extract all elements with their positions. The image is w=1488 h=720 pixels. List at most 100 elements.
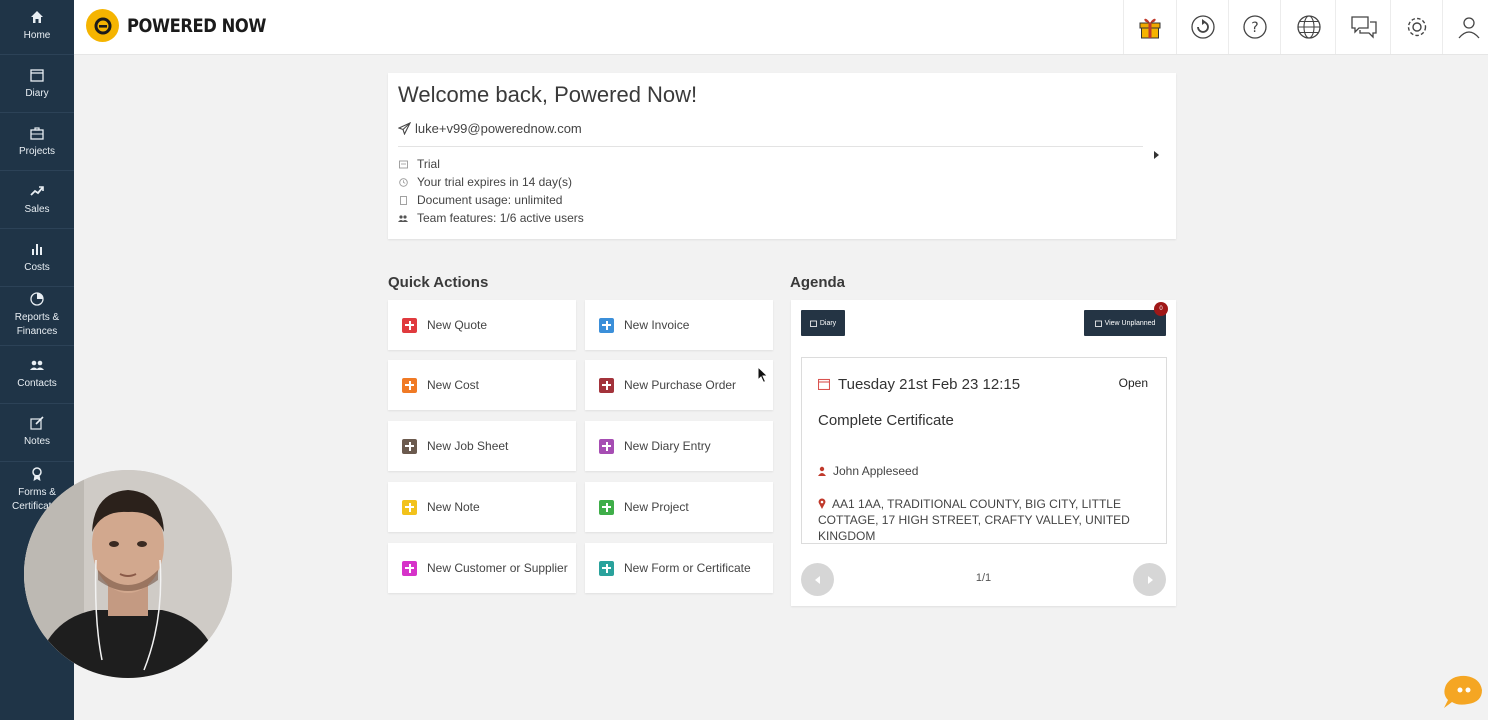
sidebar-item-projects[interactable]: Projects (0, 125, 74, 159)
settings-icon (1407, 17, 1427, 37)
plus-icon (599, 377, 614, 393)
view-unplanned-button[interactable]: View Unplanned (1084, 310, 1166, 336)
quick-action-label: New Invoice (624, 318, 690, 332)
calendar-icon (818, 378, 830, 390)
plan-text: Trial (417, 157, 440, 171)
plus-icon (402, 438, 417, 454)
quick-action-label: New Cost (427, 378, 480, 392)
event-date: Tuesday 21st Feb 23 12:15 (838, 376, 1021, 393)
new-diary-entry-button[interactable]: New Diary Entry (585, 421, 773, 471)
edit-icon (30, 416, 44, 430)
diary-button[interactable]: Diary (801, 310, 845, 336)
divider (398, 146, 1143, 147)
help-button[interactable]: ? (1228, 0, 1281, 54)
brand-logo[interactable]: POWERED NOW (86, 9, 289, 42)
plus-icon (599, 499, 614, 515)
new-quote-button[interactable]: New Quote (388, 300, 576, 350)
quick-action-label: New Project (624, 500, 689, 514)
new-form-or-certificate-button[interactable]: New Form or Certificate (585, 543, 773, 593)
trend-up-icon (30, 186, 44, 196)
sidebar-item-reports-finances[interactable]: Reports & Finances (0, 291, 74, 339)
messages-button[interactable] (1335, 0, 1391, 54)
sidebar-item-diary[interactable]: Diary (0, 67, 74, 101)
bar-chart-icon (32, 244, 42, 255)
sidebar-item-label-line2: Finances (16, 326, 58, 337)
sidebar-item-label: Costs (24, 262, 50, 273)
sidebar-item-label: Notes (23, 436, 51, 447)
plus-icon (402, 499, 417, 515)
account-email: luke+v99@powerednow.com (398, 121, 582, 136)
quick-action-label: New Customer or Supplier (427, 561, 568, 575)
refresh-icon (1191, 15, 1215, 39)
plan-icon (398, 159, 408, 169)
agenda-event-card[interactable]: Tuesday 21st Feb 23 12:15 Open Complete … (801, 357, 1167, 544)
welcome-card: Welcome back, Powered Now! luke+v99@powe… (388, 73, 1176, 239)
sidebar-item-label: Diary (25, 88, 49, 99)
event-contact-name: John Appleseed (833, 464, 919, 478)
view-unplanned-label: View Unplanned (1104, 319, 1156, 327)
sidebar-item-label: Home (23, 30, 51, 41)
sidebar-item-notes[interactable]: Notes (0, 415, 74, 449)
profile-button[interactable] (1442, 0, 1488, 54)
sidebar-item-label: Sales (24, 204, 50, 215)
diary-button-label: Diary (819, 319, 837, 327)
team-icon (398, 213, 408, 223)
logo-mark-icon (86, 9, 119, 42)
event-contact: John Appleseed (818, 464, 918, 478)
settings-button[interactable] (1390, 0, 1443, 54)
event-address-text: AA1 1AA, TRADITIONAL COUNTY, BIG CITY, L… (818, 497, 1130, 543)
certificate-icon (32, 467, 42, 481)
new-project-button[interactable]: New Project (585, 482, 773, 532)
new-cost-button[interactable]: New Cost (388, 360, 576, 410)
calendar-icon (30, 69, 44, 82)
sidebar-item-sales[interactable]: Sales (0, 183, 74, 217)
mouse-cursor-icon (757, 366, 769, 384)
plus-icon (599, 317, 614, 333)
chevron-right-icon (1147, 575, 1153, 584)
plus-icon (402, 377, 417, 393)
sidebar-item-label: Projects (18, 146, 56, 157)
help-icon: ? (1243, 15, 1267, 39)
trial-row: Your trial expires in 14 day(s) (398, 175, 572, 189)
pie-chart-icon (30, 292, 44, 306)
language-button[interactable] (1280, 0, 1336, 54)
refresh-button[interactable] (1176, 0, 1229, 54)
account-email-text: luke+v99@powerednow.com (415, 121, 582, 136)
briefcase-icon (30, 127, 44, 140)
presenter-video-image (24, 470, 232, 678)
sidebar-divider (0, 286, 74, 287)
sidebar-item-label: Contacts (17, 378, 57, 389)
support-chat-button[interactable] (1440, 672, 1484, 717)
agenda-card: Diary View Unplanned 0 Tuesday 21st Feb … (791, 300, 1176, 606)
new-note-button[interactable]: New Note (388, 482, 576, 532)
team-features-row: Team features: 1/6 active users (398, 211, 584, 225)
document-icon (398, 195, 408, 205)
chat-bubble-icon (1444, 675, 1482, 708)
webcam-overlay (24, 470, 232, 678)
users-icon (30, 360, 44, 370)
next-page-button[interactable] (1133, 563, 1166, 596)
new-invoice-button[interactable]: New Invoice (585, 300, 773, 350)
event-title: Complete Certificate (818, 412, 954, 429)
new-customer-or-supplier-button[interactable]: New Customer or Supplier (388, 543, 576, 593)
plus-icon (402, 317, 417, 333)
new-purchase-order-button[interactable]: New Purchase Order (585, 360, 773, 410)
team-features-text: Team features: 1/6 active users (417, 211, 584, 225)
plan-row: Trial (398, 157, 440, 171)
sidebar-item-costs[interactable]: Costs (0, 241, 74, 275)
new-job-sheet-button[interactable]: New Job Sheet (388, 421, 576, 471)
sidebar-divider (0, 54, 74, 55)
sidebar-divider (0, 345, 74, 346)
sidebar-divider (0, 170, 74, 171)
sidebar-divider (0, 228, 74, 229)
calendar-icon (809, 320, 817, 327)
welcome-title: Welcome back, Powered Now! (398, 82, 698, 107)
pager-indicator: 1/1 (975, 572, 992, 584)
sidebar-divider (0, 403, 74, 404)
user-icon (1458, 17, 1480, 39)
plus-icon (599, 438, 614, 454)
expand-arrow-icon[interactable] (1154, 151, 1159, 159)
sidebar-item-contacts[interactable]: Contacts (0, 357, 74, 391)
gift-button[interactable] (1123, 0, 1176, 54)
sidebar-item-home[interactable]: Home (0, 9, 74, 43)
